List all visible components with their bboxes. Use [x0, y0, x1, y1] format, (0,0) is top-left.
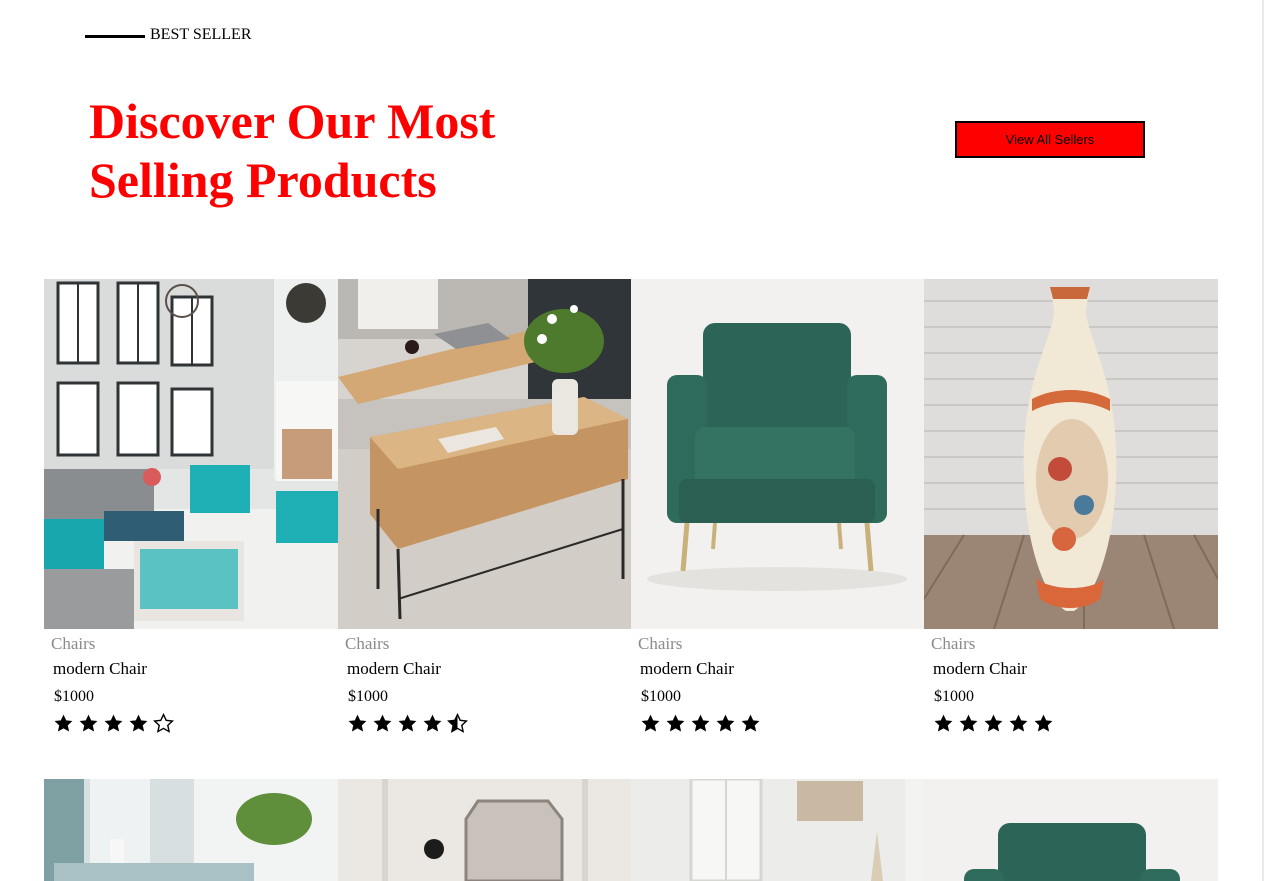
- product-card[interactable]: [631, 779, 924, 881]
- star-filled-icon: [79, 714, 98, 732]
- product-row: [44, 779, 1219, 881]
- star-filled-icon: [348, 714, 367, 732]
- star-filled-icon: [934, 714, 953, 732]
- product-image[interactable]: [631, 279, 924, 629]
- product-name[interactable]: modern Chair: [53, 659, 338, 679]
- star-filled-icon: [641, 714, 660, 732]
- product-card[interactable]: Chairs modern Chair $1000: [44, 279, 338, 734]
- product-name[interactable]: modern Chair: [347, 659, 631, 679]
- product-price: $1000: [348, 688, 388, 705]
- star-filled-icon: [129, 714, 148, 732]
- product-name[interactable]: modern Chair: [640, 659, 924, 679]
- living-room-image: [44, 279, 338, 629]
- star-filled-icon: [398, 714, 417, 732]
- product-price: $1000: [934, 688, 974, 705]
- product-price: $1000: [54, 688, 94, 705]
- coffee-table-image: [338, 279, 631, 629]
- product-grid: Chairs modern Chair $1000 Chairs modern …: [44, 279, 1219, 734]
- star-filled-icon: [741, 714, 760, 732]
- rating-stars: [640, 713, 924, 734]
- star-filled-icon: [1009, 714, 1028, 732]
- view-all-sellers-button[interactable]: View All Sellers: [955, 121, 1145, 158]
- product-image[interactable]: [631, 779, 924, 881]
- product-row: Chairs modern Chair $1000 Chairs modern …: [44, 279, 1219, 734]
- product-image[interactable]: [338, 279, 631, 629]
- star-filled-icon: [1034, 714, 1053, 732]
- product-image[interactable]: [924, 779, 1218, 881]
- star-filled-icon: [104, 714, 123, 732]
- eyebrow-rule: [85, 35, 145, 38]
- armchair-image: [631, 279, 924, 629]
- star-filled-icon: [54, 714, 73, 732]
- product-card[interactable]: [338, 779, 631, 881]
- white-room-image: [631, 779, 924, 881]
- rating-stars: [53, 713, 338, 734]
- product-category: Chairs: [931, 634, 976, 653]
- product-card[interactable]: [44, 779, 338, 881]
- product-image[interactable]: [924, 279, 1218, 629]
- product-category: Chairs: [51, 634, 96, 653]
- star-filled-icon: [984, 714, 1003, 732]
- star-filled-icon: [959, 714, 978, 732]
- star-filled-icon: [691, 714, 710, 732]
- mirror-image: [338, 779, 631, 881]
- product-category: Chairs: [638, 634, 683, 653]
- armchair-image: [924, 779, 1218, 881]
- product-card[interactable]: Chairs modern Chair $1000: [631, 279, 924, 734]
- product-price: $1000: [641, 688, 681, 705]
- star-empty-icon: [153, 713, 174, 733]
- rating-stars: [933, 713, 1218, 734]
- product-image[interactable]: [338, 779, 631, 881]
- bright-room-image: [44, 779, 338, 881]
- rating-stars: [347, 713, 631, 734]
- product-card[interactable]: Chairs modern Chair $1000: [338, 279, 631, 734]
- star-half-icon: [447, 713, 468, 733]
- product-card[interactable]: Chairs modern Chair $1000: [924, 279, 1218, 734]
- star-filled-icon: [716, 714, 735, 732]
- product-image[interactable]: [44, 279, 338, 629]
- section-headline: Discover Our Most Selling Products: [89, 93, 496, 208]
- product-category: Chairs: [345, 634, 390, 653]
- product-image[interactable]: [44, 779, 338, 881]
- product-name[interactable]: modern Chair: [933, 659, 1218, 679]
- product-card[interactable]: [924, 779, 1218, 881]
- eyebrow-label: BEST SELLER: [150, 26, 252, 43]
- vase-image: [924, 279, 1218, 629]
- star-filled-icon: [423, 714, 442, 732]
- star-filled-icon: [666, 714, 685, 732]
- star-filled-icon: [373, 714, 392, 732]
- section-eyebrow: BEST SELLER: [85, 26, 252, 44]
